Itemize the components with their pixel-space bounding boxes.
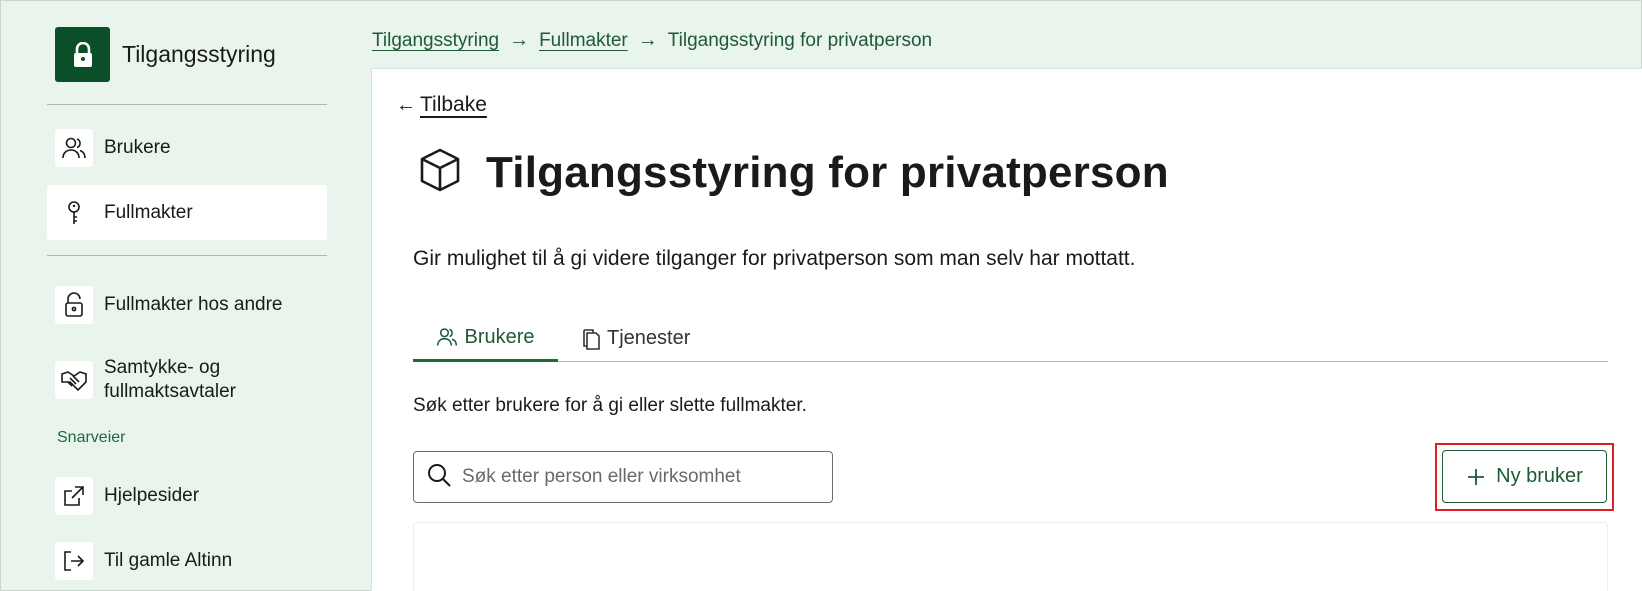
sidebar-item-brukere[interactable]: Brukere — [47, 126, 327, 170]
plus-icon — [1466, 467, 1486, 487]
search-hint: Søk etter brukere for å gi eller slette … — [413, 395, 807, 416]
back-link[interactable]: ← Tilbake — [396, 93, 487, 117]
search-field[interactable] — [413, 451, 833, 503]
new-user-button-label: Ny bruker — [1496, 465, 1583, 487]
back-link-label: Tilbake — [420, 93, 487, 116]
lock-icon — [55, 27, 110, 82]
sidebar-item-label: Fullmakter — [104, 201, 193, 223]
brand-title: Tilgangsstyring — [122, 41, 276, 67]
sidebar-item-til-gamle-altinn[interactable]: Til gamle Altinn — [47, 539, 327, 583]
logout-icon — [55, 542, 93, 580]
brand[interactable]: Tilgangsstyring — [55, 27, 276, 82]
padlock-icon — [55, 286, 93, 324]
package-icon — [418, 147, 462, 198]
new-user-button[interactable]: Ny bruker — [1442, 450, 1607, 503]
search-icon — [426, 462, 452, 493]
main-panel: ← Tilbake Tilgangsstyring for privatpers… — [371, 68, 1642, 591]
breadcrumb: Tilgangsstyring → Fullmakter → Tilgangss… — [372, 29, 932, 52]
sidebar-item-fullmakter[interactable]: Fullmakter — [47, 185, 327, 240]
key-icon — [55, 193, 93, 232]
external-link-icon — [55, 477, 93, 515]
users-icon — [436, 326, 458, 348]
sidebar-item-label: Samtykke- og fullmaktsavtaler — [104, 357, 236, 402]
page-title: Tilgangsstyring for privatperson — [486, 147, 1169, 197]
tab-brukere[interactable]: Brukere — [413, 315, 558, 362]
sidebar: Tilgangsstyring Brukere Fullmakter Fullm… — [1, 1, 371, 591]
search-input[interactable] — [462, 466, 822, 488]
tab-bar: Brukere Tjenester — [413, 315, 1608, 362]
files-icon — [581, 328, 601, 350]
sidebar-item-label: Til gamle Altinn — [104, 550, 233, 571]
page-description: Gir mulighet til å gi videre tilganger f… — [413, 247, 1136, 270]
sidebar-divider — [47, 255, 327, 256]
shortcuts-heading: Snarveier — [57, 429, 126, 446]
tab-label: Brukere — [464, 325, 535, 348]
breadcrumb-current: Tilgangsstyring for privatperson — [667, 29, 933, 51]
sidebar-item-label: Fullmakter hos andre — [104, 294, 283, 315]
tab-label: Tjenester — [607, 327, 691, 349]
sidebar-item-fullmakter-hos-andre[interactable]: Fullmakter hos andre — [47, 277, 327, 333]
arrow-right-icon: → — [509, 29, 530, 51]
users-icon — [55, 129, 93, 167]
tab-tjenester[interactable]: Tjenester — [581, 315, 690, 362]
sidebar-item-hjelpesider[interactable]: Hjelpesider — [47, 474, 327, 518]
arrow-left-icon: ← — [396, 93, 416, 116]
app-frame: Tilgangsstyring Brukere Fullmakter Fullm… — [0, 0, 1642, 591]
arrow-right-icon: → — [637, 29, 658, 51]
sidebar-item-label: Hjelpesider — [104, 485, 200, 506]
breadcrumb-link-fullmakter[interactable]: Fullmakter — [539, 30, 628, 52]
sidebar-divider — [47, 104, 327, 105]
sidebar-item-label: Brukere — [104, 137, 171, 158]
breadcrumb-link-tilgangsstyring[interactable]: Tilgangsstyring — [372, 30, 499, 52]
title-row: Tilgangsstyring for privatperson — [418, 147, 1169, 198]
results-panel — [413, 522, 1608, 591]
handshake-icon — [55, 361, 93, 399]
sidebar-item-samtykke[interactable]: Samtykke- og fullmaktsavtaler — [47, 352, 327, 408]
